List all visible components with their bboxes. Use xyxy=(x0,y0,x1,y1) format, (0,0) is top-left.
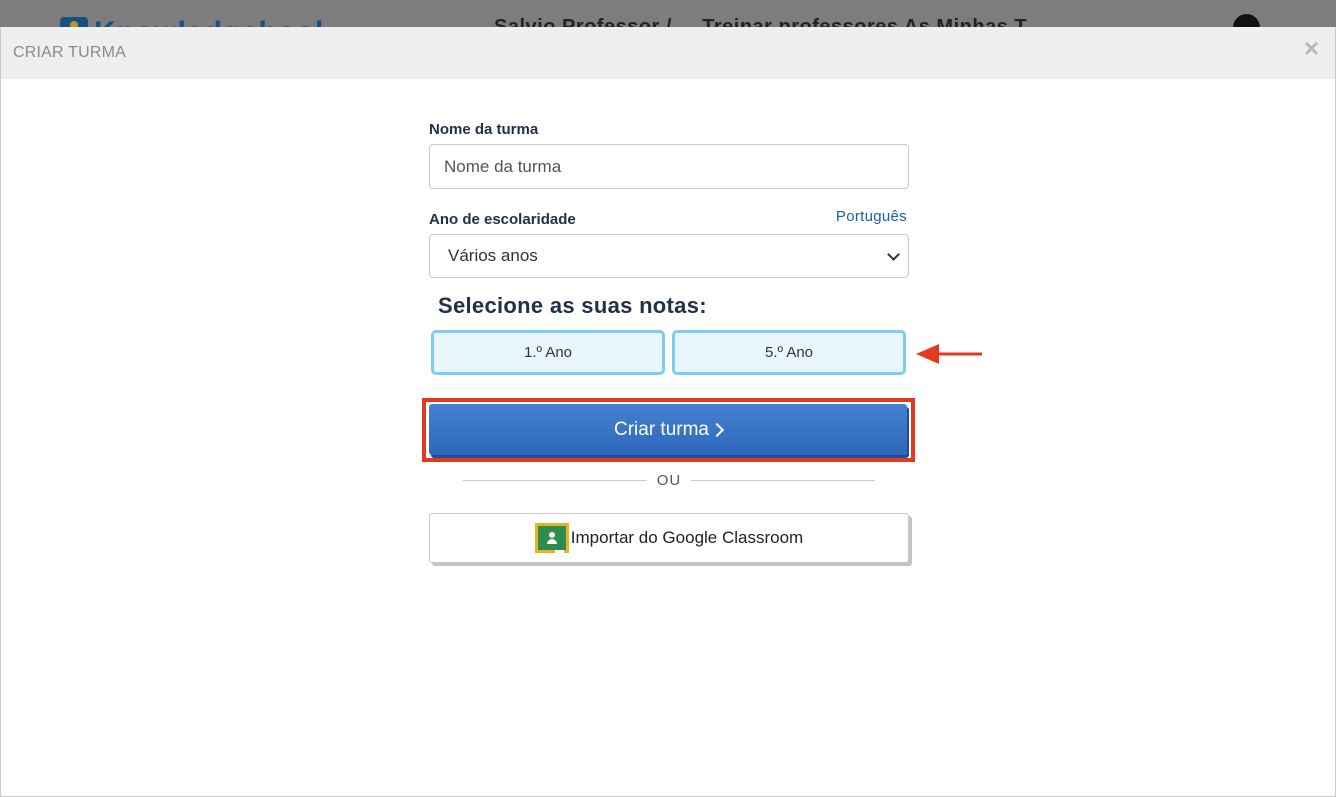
create-class-button[interactable]: Criar turma xyxy=(429,404,907,455)
or-divider: OU xyxy=(463,470,875,490)
logo-text: Knowledgehool xyxy=(94,16,324,27)
google-classroom-icon xyxy=(534,523,569,553)
grade-option-5[interactable]: 5.º Ano xyxy=(672,330,906,375)
divider-text: OU xyxy=(656,471,682,489)
class-name-label: Nome da turma xyxy=(429,121,539,138)
close-icon[interactable]: × xyxy=(1304,35,1319,61)
grade-option-1[interactable]: 1.º Ano xyxy=(431,330,665,375)
site-logo: Knowledgehool xyxy=(60,12,324,27)
chevron-right-icon xyxy=(709,422,725,438)
divider-line-left xyxy=(463,479,647,481)
school-year-select[interactable]: Vários anos xyxy=(429,234,909,278)
school-year-label: Ano de escolaridade xyxy=(429,211,576,228)
create-class-modal: CRIAR TURMA × Nome da turma Ano de escol… xyxy=(0,27,1336,797)
modal-title: CRIAR TURMA xyxy=(13,44,127,61)
school-year-selected-value: Vários anos xyxy=(448,246,538,265)
modal-header: CRIAR TURMA × xyxy=(1,27,1335,79)
grades-title: Selecione as suas notas: xyxy=(438,293,707,318)
logo-icon xyxy=(60,17,88,27)
divider-line-right xyxy=(691,479,875,481)
background-nav: Salvio Professor / ... Treinar professor… xyxy=(494,16,1044,27)
import-google-classroom-button[interactable]: Importar do Google Classroom xyxy=(429,513,909,563)
language-link[interactable]: Português xyxy=(836,208,907,225)
import-google-classroom-label: Importar do Google Classroom xyxy=(570,528,804,547)
arrow-left-icon xyxy=(916,344,982,364)
create-class-label: Criar turma xyxy=(613,418,709,440)
class-name-input[interactable] xyxy=(429,144,909,189)
chevron-down-icon xyxy=(887,247,900,261)
user-avatar-icon xyxy=(1233,14,1260,27)
background-header: Knowledgehool Salvio Professor / ... Tre… xyxy=(0,0,1336,27)
